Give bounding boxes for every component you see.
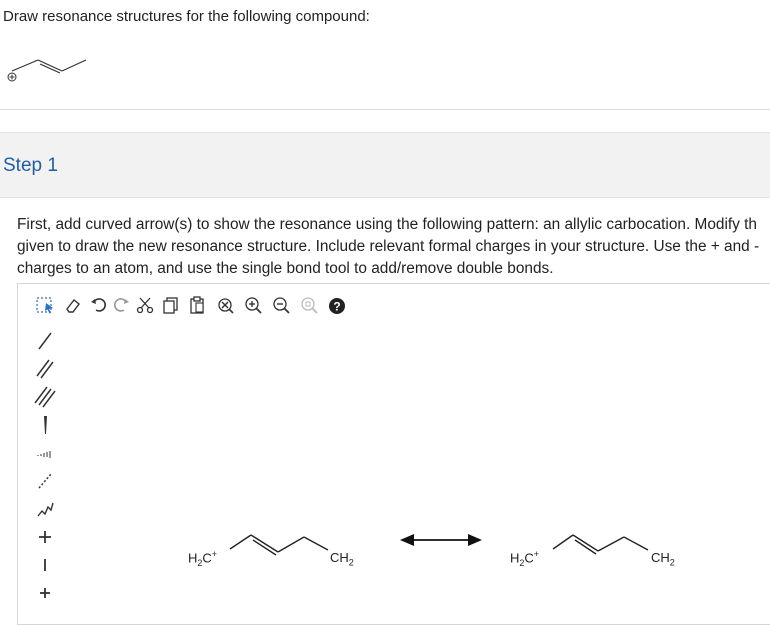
section-divider bbox=[0, 109, 770, 110]
redo-icon[interactable] bbox=[110, 294, 132, 316]
help-icon[interactable]: ? bbox=[326, 294, 348, 316]
instructions-line-2: given to draw the new resonance structur… bbox=[17, 238, 760, 255]
zoom-in-icon[interactable] bbox=[242, 294, 264, 316]
atom-label-ch2-1[interactable]: CH2 bbox=[330, 550, 354, 568]
hash-bond-icon[interactable] bbox=[30, 440, 60, 466]
atom-label-h2c-2[interactable]: H2C+ bbox=[510, 549, 539, 568]
clear-icon[interactable] bbox=[214, 294, 236, 316]
copy-icon[interactable] bbox=[160, 294, 182, 316]
double-bond-icon[interactable] bbox=[30, 356, 60, 382]
help-label: ? bbox=[333, 300, 340, 314]
step-title: Step 1 bbox=[3, 155, 58, 176]
chain-tool-icon[interactable] bbox=[30, 496, 60, 522]
instructions-line-3: charges to an atom, and use the single b… bbox=[17, 260, 554, 277]
structure-editor: ? H2C+ CH2 H2C+ CH2 bbox=[17, 283, 770, 625]
minus-charge-icon[interactable] bbox=[30, 552, 60, 578]
question-text: Draw resonance structures for the follow… bbox=[3, 8, 370, 25]
eraser-icon[interactable] bbox=[62, 294, 84, 316]
paste-icon[interactable] bbox=[186, 294, 208, 316]
zoom-reset-icon[interactable] bbox=[298, 294, 320, 316]
atom-label-h2c-1[interactable]: H2C+ bbox=[188, 549, 217, 568]
triple-bond-icon[interactable] bbox=[30, 384, 60, 410]
single-bond-icon[interactable] bbox=[30, 328, 60, 354]
cut-icon[interactable] bbox=[134, 294, 156, 316]
step-header: Step 1 bbox=[0, 132, 770, 198]
select-tool-icon[interactable] bbox=[34, 294, 56, 316]
drawing-canvas[interactable]: H2C+ CH2 H2C+ CH2 bbox=[168, 509, 728, 569]
wedge-bond-icon[interactable] bbox=[30, 412, 60, 438]
instructions: First, add curved arrow(s) to show the r… bbox=[17, 214, 770, 280]
plus-charge-icon[interactable] bbox=[30, 524, 60, 550]
plus-minus-icon[interactable] bbox=[30, 580, 60, 606]
undo-icon[interactable] bbox=[88, 294, 110, 316]
zoom-out-icon[interactable] bbox=[270, 294, 292, 316]
atom-label-ch2-2[interactable]: CH2 bbox=[651, 550, 675, 568]
structures-svg bbox=[229, 534, 649, 556]
dashed-bond-icon[interactable] bbox=[30, 468, 60, 494]
compound-structure bbox=[7, 59, 87, 82]
instructions-line-1: First, add curved arrow(s) to show the r… bbox=[17, 216, 757, 233]
